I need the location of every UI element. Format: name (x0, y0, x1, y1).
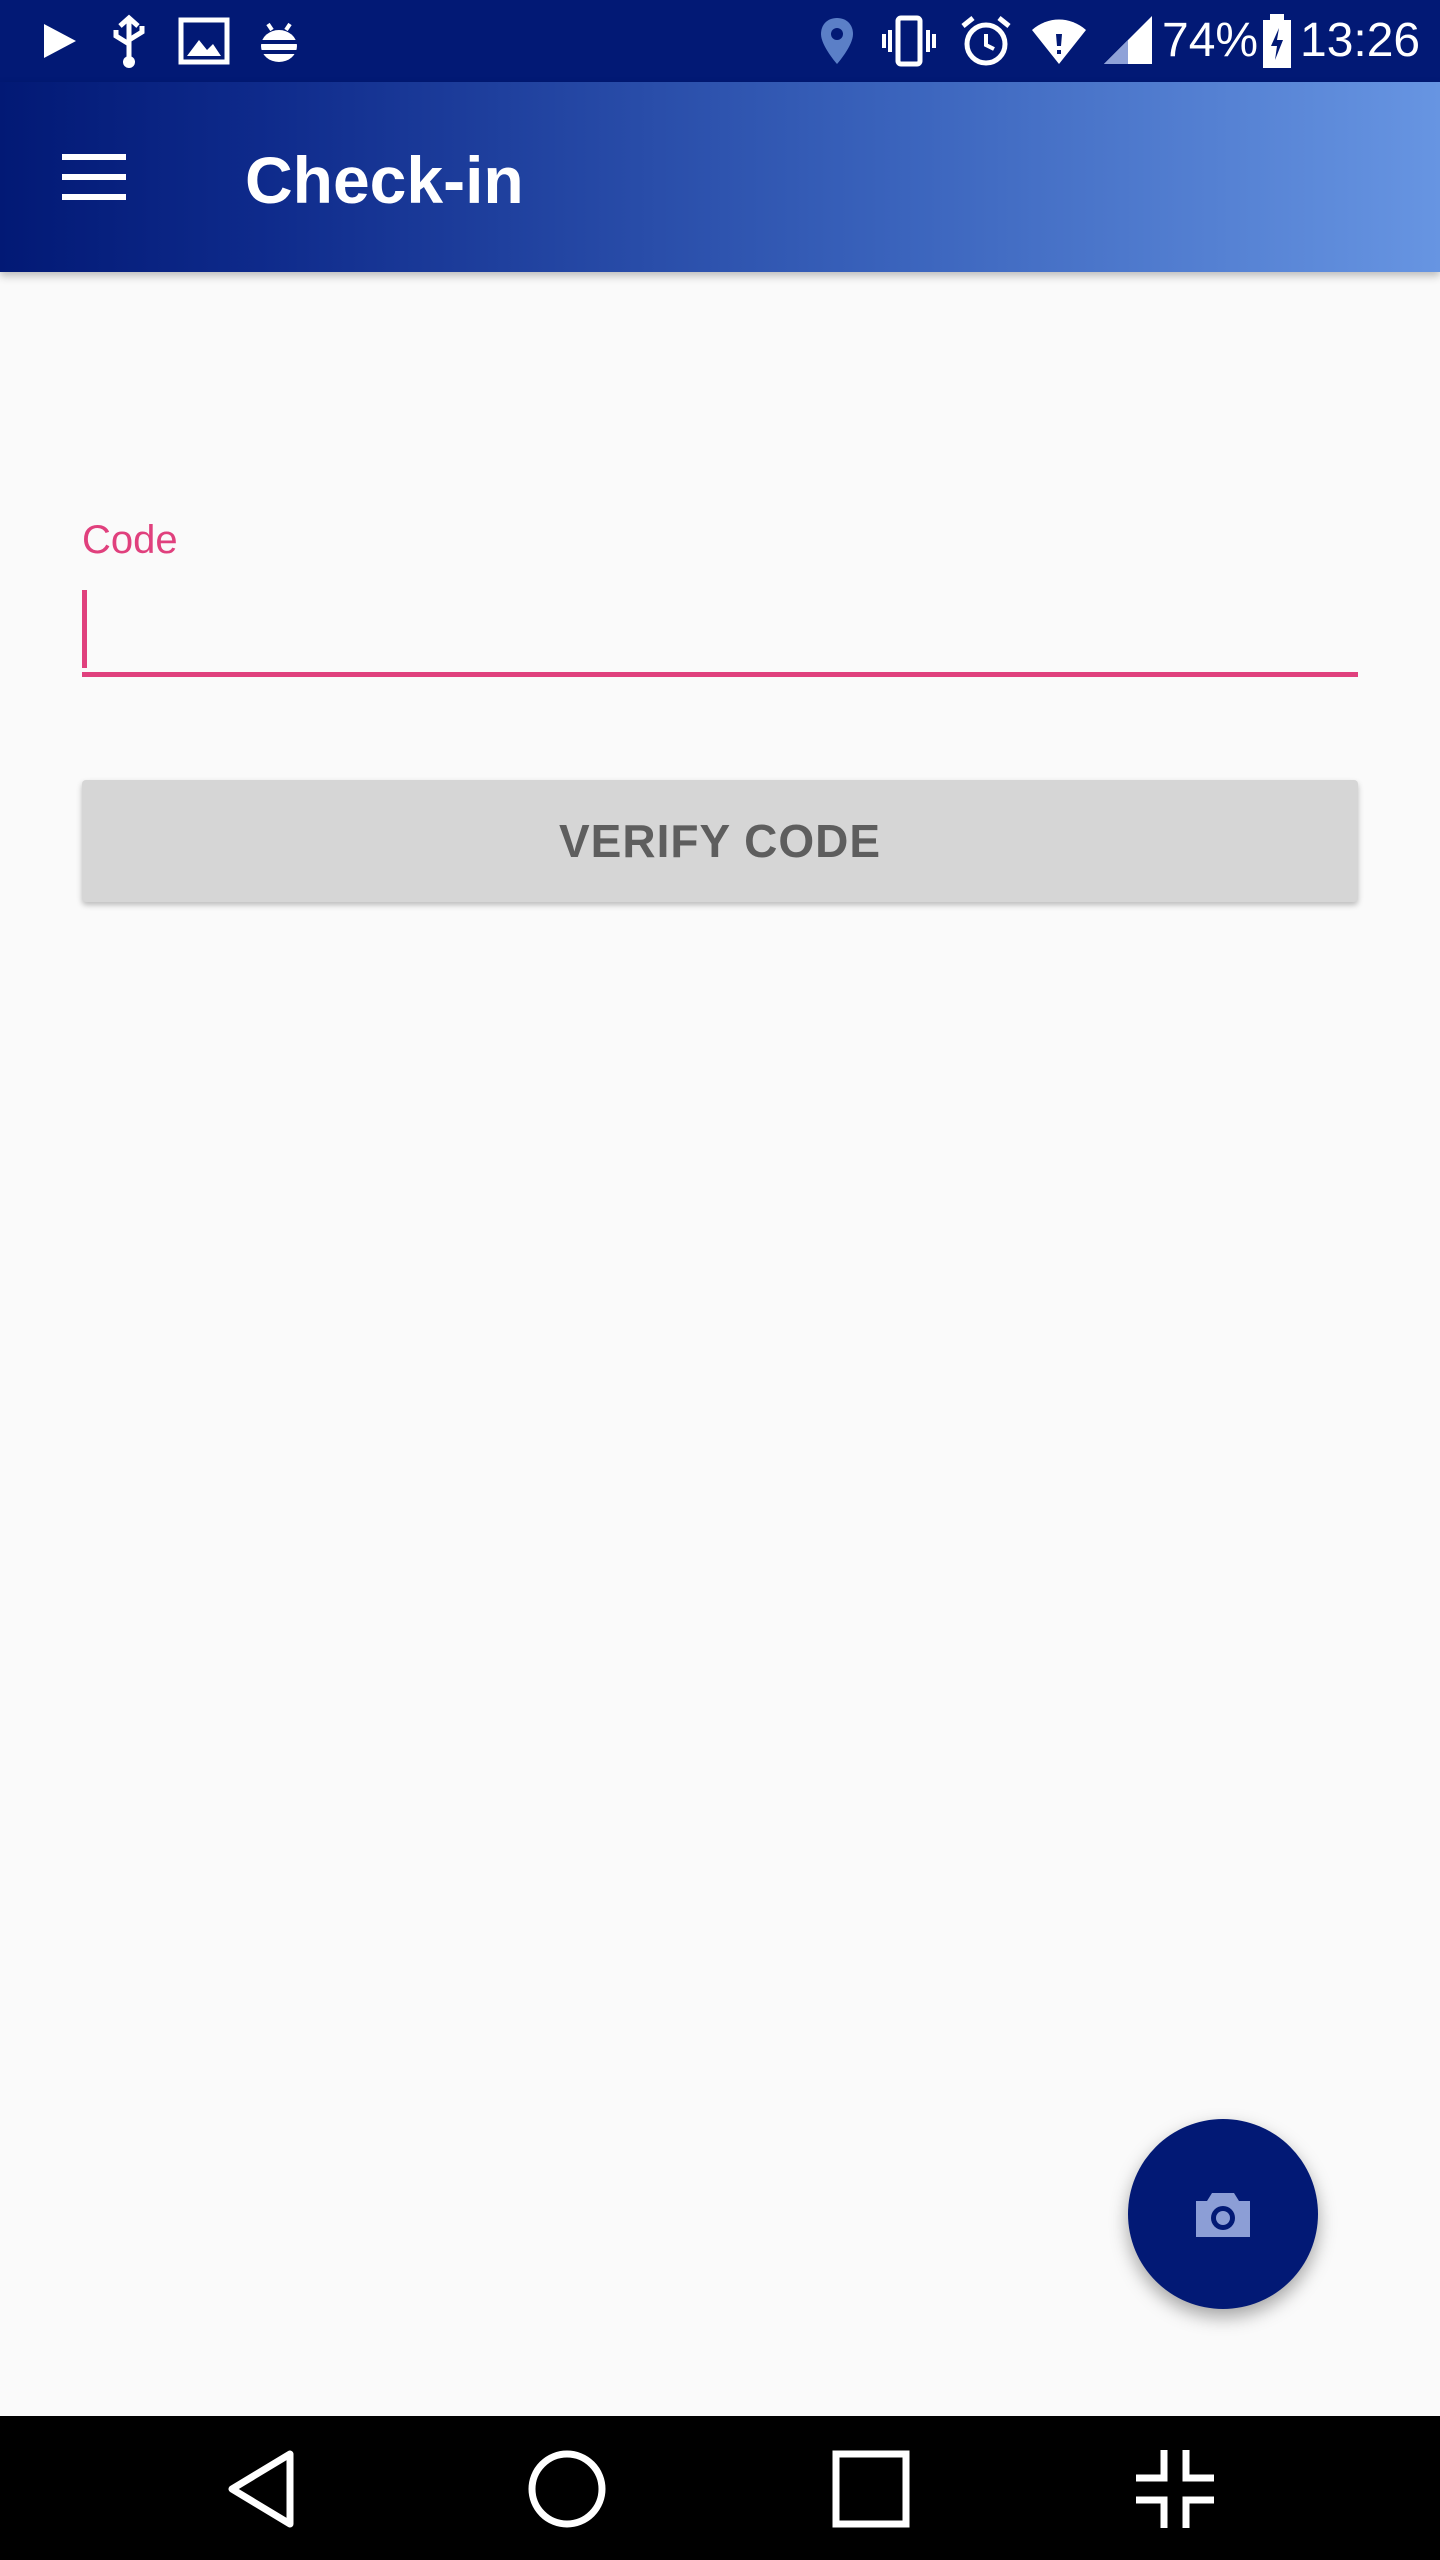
verify-code-button[interactable]: VERIFY CODE (82, 780, 1358, 902)
play-icon (44, 24, 76, 58)
exit-fullscreen-icon (1136, 2450, 1214, 2528)
alarm-icon (961, 16, 1011, 66)
image-icon (178, 17, 230, 65)
nav-back-button[interactable] (218, 2444, 308, 2534)
camera-icon (1196, 2193, 1250, 2237)
code-input[interactable] (82, 585, 1358, 677)
recents-icon (832, 2450, 910, 2528)
nav-recents-button[interactable] (826, 2444, 916, 2534)
hamburger-menu-button[interactable] (40, 132, 150, 222)
camera-fab-button[interactable] (1128, 2119, 1318, 2309)
location-icon (821, 18, 853, 64)
vibrate-icon (882, 15, 936, 67)
nav-exit-fullscreen-button[interactable] (1130, 2444, 1220, 2534)
usb-icon (113, 14, 145, 68)
clock: 13:26 (1300, 14, 1421, 67)
nav-home-button[interactable] (522, 2444, 612, 2534)
code-field-label: Code (82, 518, 178, 562)
system-navigation-bar (0, 2416, 1440, 2560)
text-cursor (82, 590, 87, 668)
android-debug-icon (258, 22, 300, 62)
status-bar: 74% 13:26 (0, 0, 1440, 82)
signal-icon (1104, 16, 1152, 64)
hamburger-menu-icon (62, 154, 126, 200)
wifi-icon (1032, 19, 1086, 64)
battery-percent: 74% (1162, 14, 1259, 67)
back-icon (228, 2450, 294, 2528)
battery-icon (1263, 14, 1291, 68)
home-icon (528, 2450, 606, 2528)
app-bar: Check-in (0, 82, 1440, 272)
page-title: Check-in (245, 143, 524, 217)
